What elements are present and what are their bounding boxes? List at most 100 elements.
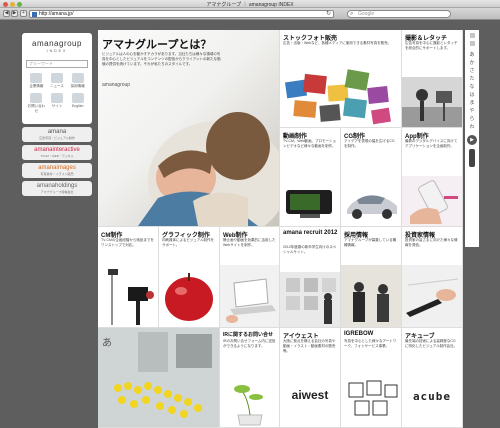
- tile-shooting-retouch[interactable]: 撮影＆レタッチ 広告写真を中心に撮影とレタッチを総合的にサポートします。: [402, 30, 463, 128]
- laptop-photo: [220, 265, 279, 327]
- photo-frames-image: [348, 380, 398, 416]
- brand-amanainteractive[interactable]: amanainteractive TVCM・WEB・デジタル: [22, 145, 92, 160]
- forward-button[interactable]: ▶: [11, 10, 18, 17]
- hero-tile[interactable]: アマナグループとは？ ビジュアルは人の心を動かすチカラがあります。当社たちは様々…: [98, 30, 280, 227]
- plant-sprout-photo: [234, 385, 263, 426]
- side-item-company[interactable]: 企業情報: [26, 73, 47, 89]
- kana-index-item[interactable]: ま: [465, 99, 479, 107]
- tile-title: amana recruit 2012: [283, 230, 338, 236]
- site-logo[interactable]: amanagroup: [22, 39, 92, 48]
- tile-description: 静止画や動画を効果的に活用したWebサイトを制作。: [223, 238, 276, 247]
- tile-description: TV-CM、Web動画、プロモーションビデオなど様々な動画を制作。: [283, 139, 336, 148]
- side-item-sitemap[interactable]: サイト: [47, 93, 68, 114]
- side-item-english[interactable]: English: [67, 93, 88, 114]
- tile-description: アマナグループが募集している職種情報。: [344, 238, 397, 247]
- tile-cm[interactable]: CM制作 TV-CMの企画段階から納品までをワンストップで対応。: [98, 227, 159, 328]
- tile-stock-photo[interactable]: ストックフォト販売 広告・出版・Webなど、各種メディアに使用できる素材写真を販…: [280, 30, 402, 128]
- scroll-handle[interactable]: [469, 149, 475, 167]
- kana-index-item[interactable]: あ: [465, 51, 479, 59]
- brand-amana[interactable]: amana 広告写真・ビジュアル制作: [22, 127, 92, 142]
- kana-index-item[interactable]: わ: [465, 123, 479, 131]
- add-bookmark-button[interactable]: +: [20, 10, 27, 17]
- side-item-label: 採用情報: [70, 84, 85, 88]
- tile-ir-contact[interactable]: IRに関するお問い合せ IRのお問い合せフォーム内に送信ができるようになります。: [220, 328, 280, 428]
- hero-photo: [138, 112, 279, 226]
- play-icon[interactable]: ▶: [467, 135, 477, 145]
- side-icon-grid: 企業情報 ニュース 採用情報 お問い合わせ サイト English: [26, 73, 88, 114]
- tile-aiwest[interactable]: アイウェスト 大阪に拠点を構える会社の写真や動画・イラスト・動画素材の販売等。 …: [280, 328, 341, 428]
- tile-careers[interactable]: 採用情報 アマナグループが募集している職種情報。: [341, 227, 402, 328]
- brand-sub: TVCM・WEB・デジタル: [40, 154, 74, 158]
- tile-igrebow[interactable]: IGREBOW 写真を中心とした様々なアートワーク、フォトサービス事業。: [341, 328, 402, 428]
- content-grid: アマナグループとは？ ビジュアルは人の心を動かすチカラがあります。当社たちは様々…: [98, 30, 463, 428]
- tile-recruit-2012[interactable]: amana recruit 2012 2012年度春の新卒学生向けのスペシャルサ…: [280, 227, 341, 328]
- tile-description: 最新のデジタルデバイスに向けてアプリケーションを企画制作。: [405, 139, 458, 148]
- kana-index-item[interactable]: な: [465, 83, 479, 91]
- tile-description: 印刷媒体によるビジュアル制作をサポート。: [162, 238, 215, 247]
- tile-web[interactable]: Web制作 静止画や動画を効果的に活用したWebサイトを制作。: [220, 227, 280, 328]
- tile-description: 広告・出版・Webなど、各種メディアに使用できる素材写真を販売。: [283, 41, 392, 45]
- tile-description: 大阪に拠点を構える会社の写真や動画・イラスト・動画素材の販売等。: [283, 339, 336, 353]
- window-title: アマナグループ ｜ amanagroup INDEX: [206, 2, 294, 8]
- list-view-icon[interactable]: [469, 41, 475, 46]
- sitemap-icon: [50, 93, 63, 103]
- kana-list: あかさたなはまやらわ: [465, 51, 479, 131]
- address-bar[interactable]: http://amana.jp/ ↻: [29, 10, 334, 18]
- acube-logo: acube: [412, 390, 452, 403]
- freeword-search-input[interactable]: フリーワード: [26, 60, 88, 68]
- tile-app[interactable]: App制作 最新のデジタルデバイスに向けてアプリケーションを企画制作。: [402, 128, 463, 227]
- tile-description: アイデアを表現の幅を広げるCGを制作。: [344, 139, 395, 148]
- back-button[interactable]: ◀: [3, 10, 10, 17]
- news-icon: [50, 73, 63, 83]
- search-field[interactable]: ⌕ Google: [347, 10, 451, 18]
- building-icon: [30, 73, 43, 83]
- pen-document-photo: [402, 265, 462, 327]
- search-icon: ⌕: [350, 11, 354, 17]
- tile-description: 写真を中心とした様々なアートワーク、フォトサービス事業。: [344, 339, 397, 348]
- brand-amanaholdings[interactable]: amanaholdings アマナグループ持株会社: [22, 181, 92, 196]
- tile-description: 最先端の技術による高精度なCGに特化したビジュアル制作会社。: [405, 339, 458, 348]
- kana-index-item[interactable]: ら: [465, 115, 479, 123]
- address-text: http://amana.jp/: [39, 11, 74, 17]
- reload-icon[interactable]: ↻: [326, 11, 331, 17]
- tile-video[interactable]: 動画制作 TV-CM、Web動画、プロモーションビデオなど様々な動画を制作。: [280, 128, 341, 227]
- side-item-recruit[interactable]: 採用情報: [67, 73, 88, 89]
- kana-index-item[interactable]: さ: [465, 67, 479, 75]
- kana-index-item[interactable]: は: [465, 91, 479, 99]
- brand-sub: 写真素材・イラスト販売: [40, 172, 74, 176]
- side-item-label: 企業情報: [29, 84, 44, 88]
- kana-index-item[interactable]: た: [465, 75, 479, 83]
- video-camera-photo: [286, 190, 332, 218]
- stock-photo-collage: [284, 69, 391, 125]
- svg-text:あ: あ: [102, 337, 112, 349]
- side-item-label: English: [71, 104, 84, 108]
- tile-cg[interactable]: CG制作 アイデアを表現の幅を広げるCGを制作。: [341, 128, 402, 227]
- people-icon: [71, 73, 84, 83]
- side-item-label: サイト: [51, 104, 63, 108]
- mail-icon: [30, 93, 43, 103]
- film-set-photo: [108, 269, 154, 325]
- brand-sub: 広告写真・ビジュアル制作: [39, 136, 75, 140]
- side-item-label: お問い合わせ: [27, 104, 46, 113]
- tile-description: 2012年度春の新卒学生向けのスペシャルサイト。: [283, 245, 337, 254]
- side-item-contact[interactable]: お問い合わせ: [26, 93, 47, 114]
- tile-description: 広告写真を中心に撮影とレタッチを総合的にサポートします。: [405, 41, 458, 50]
- tile-acube[interactable]: アキューブ 最先端の技術による高精度なCGに特化したビジュアル制作会社。 acu…: [402, 328, 463, 428]
- people-photo: [341, 265, 401, 327]
- tile-umbrella-photo[interactable]: あ: [98, 328, 220, 428]
- kana-index-item[interactable]: や: [465, 107, 479, 115]
- side-item-news[interactable]: ニュース: [47, 73, 68, 89]
- side-menu: amanagroup INDEX フリーワード 企業情報 ニュース 採用情報 お…: [22, 33, 92, 203]
- tile-title: IGREBOW: [344, 331, 374, 337]
- tile-description: 投資家の皆さまに向けた様々な情報を発信。: [405, 238, 458, 247]
- tile-investor[interactable]: 投資家情報 投資家の皆さまに向けた様々な情報を発信。: [402, 227, 463, 328]
- aiwest-logo: aiwest: [291, 388, 329, 402]
- hero-heading: アマナグループとは？: [102, 39, 212, 51]
- globe-icon: [71, 93, 84, 103]
- tile-graphic[interactable]: グラフィック制作 印刷媒体によるビジュアル制作をサポート。: [159, 227, 220, 328]
- kana-index-item[interactable]: か: [465, 59, 479, 67]
- brand-amanaimages[interactable]: amanaimages 写真素材・イラスト販売: [22, 163, 92, 178]
- side-menu-top: amanagroup INDEX フリーワード 企業情報 ニュース 採用情報 お…: [22, 33, 92, 124]
- brand-sub: アマナグループ持株会社: [40, 190, 74, 194]
- grid-view-icon[interactable]: [469, 33, 475, 38]
